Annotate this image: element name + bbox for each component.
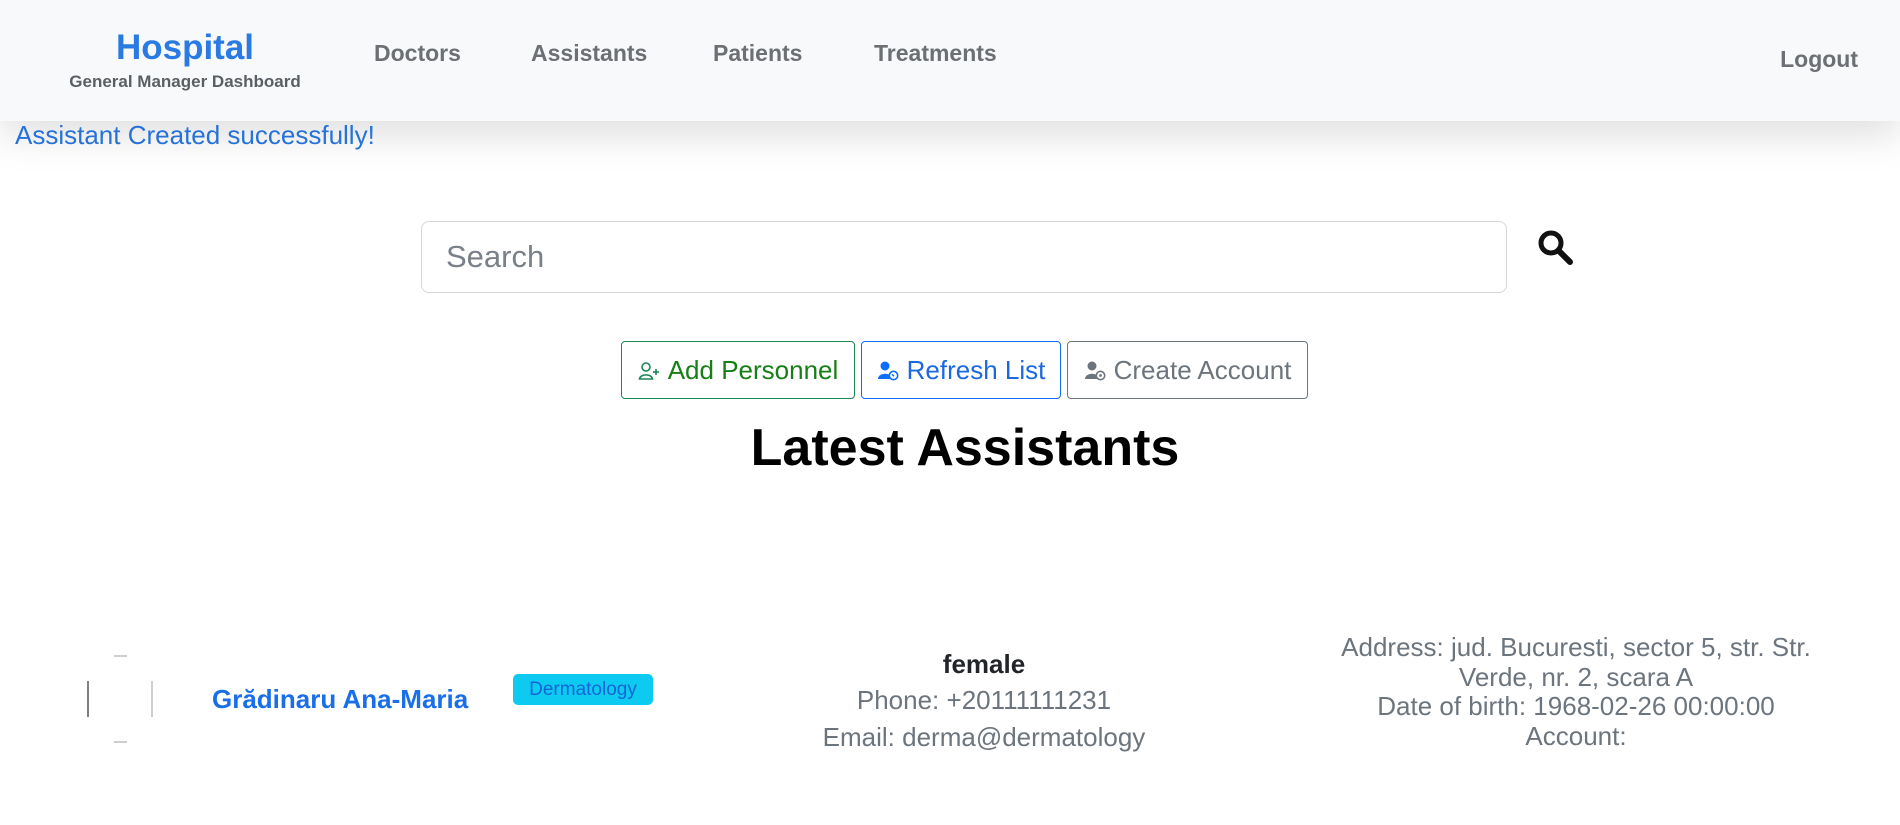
top-navbar: Hospital General Manager Dashboard Docto… bbox=[0, 0, 1900, 121]
assistant-phone: Phone: +20111111231 bbox=[856, 685, 1112, 715]
create-account-label: Create Account bbox=[1113, 354, 1292, 385]
user-refresh-icon bbox=[877, 361, 899, 381]
search-icon bbox=[1538, 230, 1573, 265]
logout-link[interactable]: Logout bbox=[1780, 46, 1858, 73]
add-personnel-label: Add Personnel bbox=[667, 354, 839, 385]
assistant-details: Address: jud. Bucuresti, sector 5, str. … bbox=[1320, 632, 1832, 751]
brand-subtitle: General Manager Dashboard bbox=[69, 72, 301, 91]
flash-message: Assistant Created successfully! bbox=[15, 120, 375, 150]
search-input[interactable] bbox=[421, 221, 1507, 293]
department-badge: Dermatology bbox=[513, 674, 653, 705]
assistant-address: Address: jud. Bucuresti, sector 5, str. … bbox=[1341, 632, 1811, 692]
brand-title[interactable]: Hospital bbox=[60, 24, 310, 72]
add-personnel-button[interactable]: Add Personnel bbox=[621, 341, 855, 399]
nav-item-doctors[interactable]: Doctors bbox=[374, 40, 461, 67]
add-person-icon bbox=[638, 362, 659, 380]
refresh-list-button[interactable]: Refresh List bbox=[861, 341, 1061, 399]
assistant-dob: Date of birth: 1968-02-26 00:00:00 bbox=[1377, 691, 1775, 721]
assistant-email: Email: derma@dermatology bbox=[822, 722, 1146, 752]
avatar bbox=[87, 655, 153, 743]
create-account-button[interactable]: Create Account bbox=[1067, 341, 1308, 399]
section-title: Latest Assistants bbox=[750, 419, 1180, 477]
assistant-contact: female Phone: +20111111231 Email: derma@… bbox=[784, 647, 1184, 756]
assistant-account: Account: bbox=[1525, 720, 1627, 751]
search-button[interactable] bbox=[1536, 228, 1576, 268]
user-settings-icon bbox=[1084, 361, 1106, 381]
nav-item-assistants[interactable]: Assistants bbox=[531, 40, 647, 67]
assistant-gender: female bbox=[942, 649, 1026, 679]
nav-item-treatments[interactable]: Treatments bbox=[874, 40, 997, 67]
refresh-list-label: Refresh List bbox=[906, 354, 1046, 385]
assistant-name-link[interactable]: Grădinaru Ana-Maria bbox=[212, 684, 468, 715]
brand[interactable]: Hospital General Manager Dashboard bbox=[60, 24, 310, 92]
nav-item-patients[interactable]: Patients bbox=[713, 40, 802, 67]
